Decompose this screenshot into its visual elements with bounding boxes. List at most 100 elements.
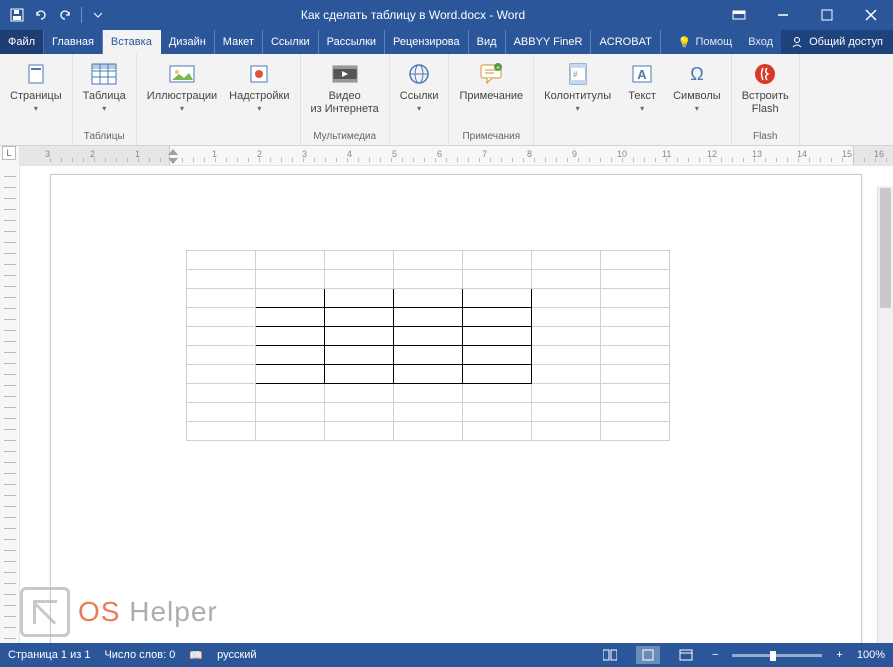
print-layout-button[interactable]	[636, 646, 660, 664]
button-label: Колонтитулы	[544, 90, 611, 103]
symbols-button[interactable]: Ω Символы▾	[669, 58, 725, 115]
group-label	[540, 140, 725, 145]
tab-mailings[interactable]: Рассылки	[319, 30, 385, 54]
group-label: Примечания	[455, 129, 527, 145]
save-button[interactable]	[6, 4, 28, 26]
svg-text:#: #	[573, 70, 578, 79]
chevron-down-icon: ▾	[695, 104, 699, 113]
horizontal-ruler[interactable]: 3211234567891011121314151617	[20, 146, 893, 166]
indent-handle-bottom[interactable]	[168, 156, 178, 166]
text-button[interactable]: AТекст▾	[619, 58, 665, 115]
chevron-down-icon: ▾	[257, 104, 261, 113]
pictures-button[interactable]: Иллюстрации▾	[143, 58, 221, 115]
tab-abbyy[interactable]: ABBYY FineR	[506, 30, 592, 54]
login-button[interactable]: Вход	[740, 30, 781, 54]
zoom-level[interactable]: 100%	[857, 649, 885, 661]
tab-acrobat[interactable]: ACROBAT	[591, 30, 660, 54]
workspace: L 3211234567891011121314151617	[0, 146, 893, 643]
addins-button[interactable]: Надстройки▾	[225, 58, 293, 115]
tab-design[interactable]: Дизайн	[161, 30, 215, 54]
comment-button[interactable]: + Примечание	[455, 58, 527, 105]
video-icon	[331, 60, 359, 88]
comment-icon: +	[477, 60, 505, 88]
links-icon	[405, 60, 433, 88]
symbols-icon: Ω	[683, 60, 711, 88]
proofing-icon[interactable]: 📖	[189, 649, 203, 662]
svg-text:Ω: Ω	[690, 64, 703, 84]
zoom-in-button[interactable]: +	[836, 649, 842, 661]
svg-text:+: +	[496, 65, 500, 72]
button-label: Ссылки	[400, 90, 439, 103]
group-label	[396, 140, 443, 145]
chevron-down-icon: ▾	[180, 104, 184, 113]
page-icon	[22, 60, 50, 88]
outer-table[interactable]	[186, 250, 670, 441]
page-button[interactable]: Страницы▾	[6, 58, 66, 115]
video-button[interactable]: Видеоиз Интернета	[307, 58, 383, 117]
page	[50, 174, 862, 643]
button-label: Иллюстрации	[147, 90, 217, 103]
share-button[interactable]: Общий доступ	[781, 30, 893, 54]
status-bar: Страница 1 из 1 Число слов: 0 📖 русский …	[0, 643, 893, 667]
tab-file[interactable]: Файл	[0, 30, 44, 54]
vertical-scrollbar[interactable]	[877, 186, 893, 643]
header-footer-icon: #	[564, 60, 592, 88]
chevron-down-icon: ▾	[417, 104, 421, 113]
chevron-down-icon: ▾	[34, 104, 38, 113]
chevron-down-icon: ▾	[102, 104, 106, 113]
links-button[interactable]: Ссылки▾	[396, 58, 443, 115]
maximize-button[interactable]	[805, 0, 849, 30]
button-label: Примечание	[459, 90, 523, 103]
tab-selector[interactable]: L	[2, 146, 16, 160]
ribbon-options-button[interactable]	[717, 0, 761, 30]
page-indicator[interactable]: Страница 1 из 1	[8, 649, 90, 661]
button-label: Символы	[673, 90, 721, 103]
title-bar: Как сделать таблицу в Word.docx - Word	[0, 0, 893, 30]
button-label: Видеоиз Интернета	[311, 90, 379, 115]
group-label: Мультимедиа	[307, 129, 383, 145]
tab-references[interactable]: Ссылки	[263, 30, 319, 54]
chevron-down-icon: ▾	[576, 104, 580, 113]
cursor-icon	[20, 587, 70, 637]
quick-access-toolbar	[0, 4, 109, 26]
ribbon-tabs: Файл Главная Вставка Дизайн Макет Ссылки…	[0, 30, 893, 54]
window-controls	[717, 0, 893, 30]
zoom-slider[interactable]	[732, 654, 822, 657]
close-button[interactable]	[849, 0, 893, 30]
addins-icon	[245, 60, 273, 88]
minimize-button[interactable]	[761, 0, 805, 30]
tab-insert[interactable]: Вставка	[103, 30, 161, 54]
watermark-logo: OS Helper	[20, 587, 218, 637]
vertical-ruler[interactable]: L	[0, 146, 20, 643]
undo-button[interactable]	[30, 4, 52, 26]
ribbon: Страницы▾Таблица▾ТаблицыИллюстрации▾Надс…	[0, 54, 893, 146]
group-label: Таблицы	[79, 129, 130, 145]
lightbulb-icon: 💡	[678, 36, 692, 49]
group-label: Flash	[738, 129, 793, 145]
qat-customize-button[interactable]	[87, 4, 109, 26]
chevron-down-icon: ▾	[640, 104, 644, 113]
tab-layout[interactable]: Макет	[215, 30, 263, 54]
group-label	[143, 140, 294, 145]
redo-button[interactable]	[54, 4, 76, 26]
tab-review[interactable]: Рецензирова	[385, 30, 469, 54]
tell-me-button[interactable]: 💡Помощ	[670, 30, 740, 54]
group-label	[6, 140, 66, 145]
svg-text:A: A	[637, 67, 647, 82]
flash-icon	[751, 60, 779, 88]
table-icon	[90, 60, 118, 88]
language-indicator[interactable]: русский	[217, 649, 256, 661]
table-button[interactable]: Таблица▾	[79, 58, 130, 115]
tab-home[interactable]: Главная	[44, 30, 103, 54]
tab-view[interactable]: Вид	[469, 30, 506, 54]
document-area[interactable]	[20, 166, 893, 643]
read-mode-button[interactable]	[598, 646, 622, 664]
button-label: Таблица	[83, 90, 126, 103]
flash-button[interactable]: ВстроитьFlash	[738, 58, 793, 117]
button-label: Надстройки	[229, 90, 289, 103]
header-footer-button[interactable]: # Колонтитулы▾	[540, 58, 615, 115]
button-label: Страницы	[10, 90, 62, 103]
word-count[interactable]: Число слов: 0	[104, 649, 175, 661]
web-layout-button[interactable]	[674, 646, 698, 664]
zoom-out-button[interactable]: −	[712, 649, 718, 661]
